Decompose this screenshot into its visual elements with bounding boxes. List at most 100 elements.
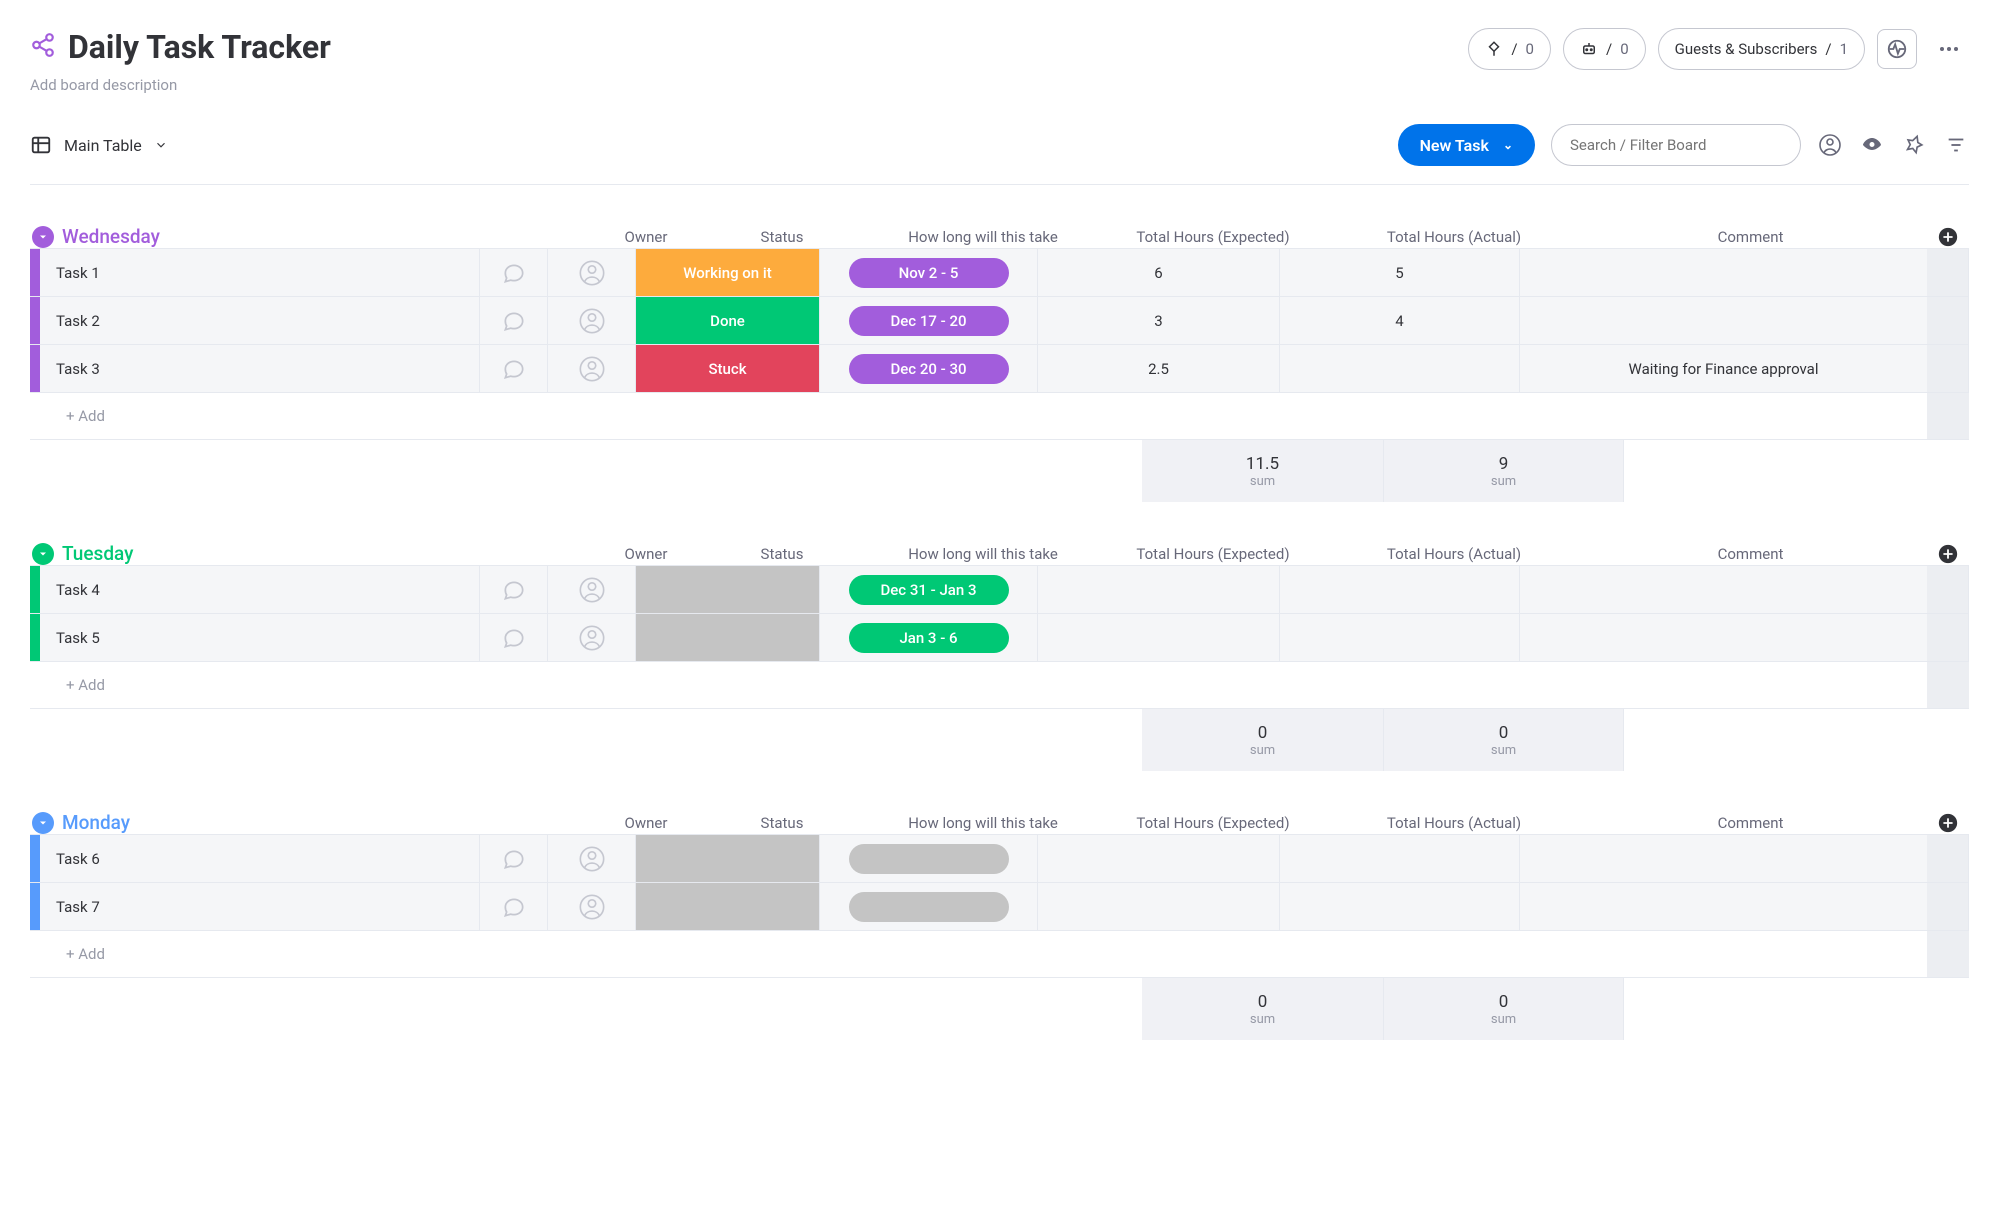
task-name-cell[interactable]: Task 5 xyxy=(40,614,480,661)
column-header-owner[interactable]: Owner xyxy=(602,814,690,832)
comment-cell[interactable] xyxy=(1520,297,1927,344)
task-name-cell[interactable]: Task 7 xyxy=(40,883,480,930)
status-cell[interactable] xyxy=(636,883,820,930)
comment-cell[interactable]: Waiting for Finance approval xyxy=(1520,345,1927,392)
expected-hours-cell[interactable] xyxy=(1038,883,1280,930)
board-description[interactable]: Add board description xyxy=(30,76,331,94)
comment-cell[interactable] xyxy=(1520,249,1927,296)
chat-icon[interactable] xyxy=(480,566,548,613)
owner-cell[interactable] xyxy=(548,345,636,392)
share-icon[interactable] xyxy=(30,32,56,62)
expected-hours-cell[interactable]: 3 xyxy=(1038,297,1280,344)
automations-pill[interactable]: /0 xyxy=(1563,28,1646,70)
column-header-time[interactable]: How long will this take xyxy=(874,814,1092,832)
owner-cell[interactable] xyxy=(548,614,636,661)
owner-cell[interactable] xyxy=(548,566,636,613)
comment-cell[interactable] xyxy=(1520,835,1927,882)
add-row[interactable]: + Add xyxy=(30,661,1969,709)
status-cell[interactable] xyxy=(636,835,820,882)
timeline-cell[interactable]: Nov 2 - 5 xyxy=(849,258,1009,288)
owner-cell[interactable] xyxy=(548,883,636,930)
view-switcher[interactable]: Main Table xyxy=(30,134,168,156)
add-row[interactable]: + Add xyxy=(30,930,1969,978)
column-header-status[interactable]: Status xyxy=(690,545,874,563)
column-header-comment[interactable]: Comment xyxy=(1574,545,1927,563)
eye-icon[interactable] xyxy=(1859,132,1885,158)
column-header-actual[interactable]: Total Hours (Actual) xyxy=(1334,228,1574,246)
column-header-status[interactable]: Status xyxy=(690,814,874,832)
actual-hours-cell[interactable] xyxy=(1280,835,1520,882)
column-header-actual[interactable]: Total Hours (Actual) xyxy=(1334,814,1574,832)
actual-hours-cell[interactable] xyxy=(1280,614,1520,661)
status-cell[interactable]: Working on it xyxy=(636,249,820,296)
task-name-cell[interactable]: Task 3 xyxy=(40,345,480,392)
column-header-time[interactable]: How long will this take xyxy=(874,228,1092,246)
search-input[interactable] xyxy=(1551,124,1801,166)
person-icon[interactable] xyxy=(1817,132,1843,158)
column-header-comment[interactable]: Comment xyxy=(1574,814,1927,832)
status-cell[interactable]: Done xyxy=(636,297,820,344)
comment-cell[interactable] xyxy=(1520,883,1927,930)
column-header-expected[interactable]: Total Hours (Expected) xyxy=(1092,814,1334,832)
task-name-cell[interactable]: Task 2 xyxy=(40,297,480,344)
more-icon[interactable] xyxy=(1929,29,1969,69)
expected-hours-cell[interactable]: 2.5 xyxy=(1038,345,1280,392)
group-title[interactable]: Monday xyxy=(62,811,130,834)
guests-pill[interactable]: Guests & Subscribers / 1 xyxy=(1658,28,1865,70)
pin-icon[interactable] xyxy=(1901,132,1927,158)
group-collapse-toggle[interactable] xyxy=(32,812,54,834)
task-name-cell[interactable]: Task 1 xyxy=(40,249,480,296)
actual-hours-cell[interactable] xyxy=(1280,345,1520,392)
column-header-expected[interactable]: Total Hours (Expected) xyxy=(1092,228,1334,246)
column-header-actual[interactable]: Total Hours (Actual) xyxy=(1334,545,1574,563)
column-header-owner[interactable]: Owner xyxy=(602,545,690,563)
status-cell[interactable] xyxy=(636,614,820,661)
column-header-owner[interactable]: Owner xyxy=(602,228,690,246)
column-header-comment[interactable]: Comment xyxy=(1574,228,1927,246)
group-title[interactable]: Tuesday xyxy=(62,542,133,565)
actual-hours-cell[interactable]: 5 xyxy=(1280,249,1520,296)
column-header-time[interactable]: How long will this take xyxy=(874,545,1092,563)
task-name-cell[interactable]: Task 6 xyxy=(40,835,480,882)
add-row[interactable]: + Add xyxy=(30,392,1969,440)
actual-hours-cell[interactable]: 4 xyxy=(1280,297,1520,344)
timeline-cell[interactable]: Dec 31 - Jan 3 xyxy=(849,575,1009,605)
new-task-button[interactable]: New Task ⌄ xyxy=(1398,124,1535,166)
owner-cell[interactable] xyxy=(548,249,636,296)
owner-cell[interactable] xyxy=(548,297,636,344)
chat-icon[interactable] xyxy=(480,835,548,882)
chat-icon[interactable] xyxy=(480,297,548,344)
group-collapse-toggle[interactable] xyxy=(32,543,54,565)
expected-hours-cell[interactable]: 6 xyxy=(1038,249,1280,296)
group-collapse-toggle[interactable] xyxy=(32,226,54,248)
actual-hours-cell[interactable] xyxy=(1280,566,1520,613)
chat-icon[interactable] xyxy=(480,345,548,392)
status-cell[interactable]: Stuck xyxy=(636,345,820,392)
timeline-cell[interactable]: Dec 17 - 20 xyxy=(849,306,1009,336)
timeline-cell[interactable]: - xyxy=(849,892,1009,922)
activity-icon[interactable] xyxy=(1877,29,1917,69)
expected-hours-cell[interactable] xyxy=(1038,566,1280,613)
chat-icon[interactable] xyxy=(480,249,548,296)
column-header-expected[interactable]: Total Hours (Expected) xyxy=(1092,545,1334,563)
timeline-cell[interactable]: Jan 3 - 6 xyxy=(849,623,1009,653)
timeline-cell[interactable]: Dec 20 - 30 xyxy=(849,354,1009,384)
expected-hours-cell[interactable] xyxy=(1038,614,1280,661)
add-column-button[interactable] xyxy=(1927,812,1969,834)
integrations-pill[interactable]: /0 xyxy=(1468,28,1551,70)
group-title[interactable]: Wednesday xyxy=(62,225,160,248)
expected-hours-cell[interactable] xyxy=(1038,835,1280,882)
comment-cell[interactable] xyxy=(1520,566,1927,613)
column-header-status[interactable]: Status xyxy=(690,228,874,246)
add-column-button[interactable] xyxy=(1927,226,1969,248)
add-column-button[interactable] xyxy=(1927,543,1969,565)
timeline-cell[interactable]: - xyxy=(849,844,1009,874)
status-cell[interactable] xyxy=(636,566,820,613)
chat-icon[interactable] xyxy=(480,614,548,661)
owner-cell[interactable] xyxy=(548,835,636,882)
task-name-cell[interactable]: Task 4 xyxy=(40,566,480,613)
filter-icon[interactable] xyxy=(1943,132,1969,158)
comment-cell[interactable] xyxy=(1520,614,1927,661)
chat-icon[interactable] xyxy=(480,883,548,930)
actual-hours-cell[interactable] xyxy=(1280,883,1520,930)
